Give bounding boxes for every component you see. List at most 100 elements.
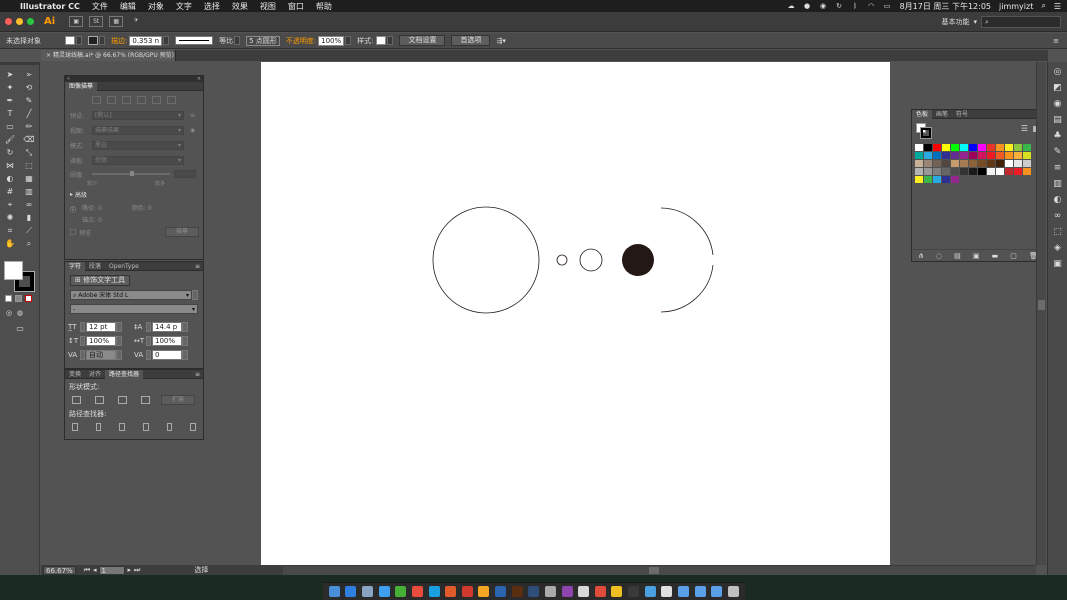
swatch-cell[interactable] (978, 152, 986, 159)
intersect-icon[interactable] (118, 396, 127, 404)
expand-button[interactable]: 扩展 (161, 395, 196, 405)
swatch-cell[interactable] (978, 160, 986, 167)
hscale-field[interactable]: 100% (152, 336, 182, 346)
swatch-cell[interactable] (1023, 168, 1031, 175)
tab-align[interactable]: 对齐 (85, 370, 105, 379)
links-icon[interactable]: ∞ (1051, 210, 1065, 222)
tab-symbols[interactable]: 符号 (952, 110, 972, 119)
crop-icon[interactable] (143, 423, 149, 431)
qq-icon[interactable]: ● (803, 2, 812, 10)
preferences-button[interactable]: 首选项 (451, 35, 491, 46)
zoom-field[interactable]: 66.67% (43, 565, 76, 575)
blend-tool-icon[interactable]: ∞ (21, 198, 37, 211)
close-window-icon[interactable] (5, 18, 12, 25)
menu-file[interactable]: 文件 (92, 1, 108, 12)
trace-button[interactable]: 描摹 (164, 227, 199, 237)
bridge-icon[interactable]: ▣ (69, 16, 84, 27)
swatch-cell[interactable] (942, 152, 950, 159)
panel-menu-icon[interactable]: ≡ (195, 263, 200, 270)
small-circle[interactable] (556, 254, 568, 266)
arc-top[interactable] (660, 207, 714, 256)
folder-3-icon[interactable] (711, 586, 723, 597)
swatch-options-icon[interactable]: ▣ (973, 252, 980, 260)
wechat-icon[interactable] (395, 586, 407, 597)
stroke-profile[interactable]: 等比 (219, 36, 233, 46)
close-tab-icon[interactable]: × (46, 52, 51, 59)
hscale-dropdown[interactable] (182, 336, 188, 346)
document-icon[interactable] (661, 586, 673, 597)
document-setup-button[interactable]: 文档设置 (399, 35, 446, 46)
minus-back-icon[interactable] (190, 423, 197, 431)
vscale-dropdown[interactable] (116, 336, 122, 346)
hscale-stepper[interactable] (146, 336, 151, 346)
none-mode-icon[interactable] (25, 295, 32, 302)
kerning-stepper[interactable] (80, 350, 85, 360)
swatch-cell[interactable] (1005, 144, 1013, 151)
fill-swatch[interactable] (65, 36, 75, 45)
swatch-cell[interactable] (978, 144, 986, 151)
touch-type-button[interactable]: ⊞ 修饰文字工具 (70, 275, 131, 286)
column-graph-icon[interactable]: ▮ (21, 211, 37, 224)
gradient-icon[interactable]: ▥ (1051, 178, 1065, 190)
swatch-cell[interactable] (933, 168, 941, 175)
swatch-cell[interactable] (996, 168, 1004, 175)
swatch-cell[interactable] (960, 144, 968, 151)
photo-booth-icon[interactable] (594, 586, 606, 597)
line-tool-icon[interactable]: ╱ (21, 107, 37, 120)
swatch-cell[interactable] (996, 160, 1004, 167)
artwork-canvas[interactable] (261, 62, 890, 565)
arc-bottom[interactable] (660, 264, 714, 313)
next-page-icon[interactable]: ▸ (128, 566, 132, 574)
cloud-icon[interactable]: ☁ (787, 2, 796, 10)
layers-icon[interactable]: ◈ (1051, 242, 1065, 254)
calendar-icon[interactable] (411, 586, 423, 597)
swatch-cell[interactable] (933, 160, 941, 167)
notification-icon[interactable]: ☰ (1054, 2, 1061, 11)
mesh-tool-icon[interactable]: # (2, 185, 18, 198)
tracking-stepper[interactable] (146, 350, 151, 360)
swatch-cell[interactable] (1023, 160, 1031, 167)
close-panel-icon[interactable]: × (197, 76, 201, 82)
layers-list-icon[interactable]: ▤ (1051, 114, 1065, 126)
lightroom-icon[interactable] (528, 586, 540, 597)
scale-tool-icon[interactable]: ⤡ (21, 146, 37, 159)
swatch-cell[interactable] (924, 168, 932, 175)
advanced-toggle[interactable]: ▸ 高级 (65, 188, 203, 201)
gradient-mode-icon[interactable] (15, 295, 22, 302)
first-page-icon[interactable]: ⏮ (84, 566, 90, 575)
swatch-cell[interactable] (1014, 152, 1022, 159)
minus-front-icon[interactable] (95, 396, 104, 404)
stroke-dropdown[interactable] (99, 36, 105, 45)
pencil-tool-icon[interactable]: ✏ (21, 120, 37, 133)
swatch-cell[interactable] (924, 176, 932, 183)
last-page-icon[interactable]: ⏭ (134, 566, 140, 575)
graphic-styles-icon[interactable]: ◩ (1051, 82, 1065, 94)
app-store-icon[interactable] (345, 586, 357, 597)
tab-paragraph[interactable]: 段落 (85, 262, 105, 271)
swatch-cell[interactable] (1014, 144, 1022, 151)
swatch-cell[interactable] (942, 144, 950, 151)
preset-select[interactable]: [默认] (92, 111, 184, 120)
font-size-dropdown[interactable] (116, 322, 122, 332)
symbol-sprayer-icon[interactable]: ✺ (2, 211, 18, 224)
illustrator-icon[interactable] (511, 586, 523, 597)
curvature-tool-icon[interactable]: ✎ (21, 94, 37, 107)
swatch-cell[interactable] (969, 160, 977, 167)
threshold-slider[interactable] (92, 171, 170, 176)
swatch-cell[interactable] (942, 176, 950, 183)
vscale-stepper[interactable] (80, 336, 85, 346)
font-size-stepper[interactable] (80, 322, 85, 332)
slice-tool-icon[interactable]: ⟋ (21, 224, 37, 237)
sogou-icon[interactable] (445, 586, 457, 597)
bluetooth-icon[interactable]: ᛒ (851, 2, 860, 10)
podcasts-icon[interactable] (561, 586, 573, 597)
swatch-cell[interactable] (951, 160, 959, 167)
tab-character[interactable]: 字符 (65, 261, 86, 271)
fill-color-box[interactable] (4, 261, 23, 280)
swatch-cell[interactable] (987, 160, 995, 167)
swatch-cell[interactable] (969, 144, 977, 151)
black-white-icon[interactable] (152, 95, 161, 104)
swatch-cell[interactable] (915, 168, 923, 175)
wechat-icon[interactable]: ◉ (819, 2, 828, 10)
swatch-cell[interactable] (960, 168, 968, 175)
